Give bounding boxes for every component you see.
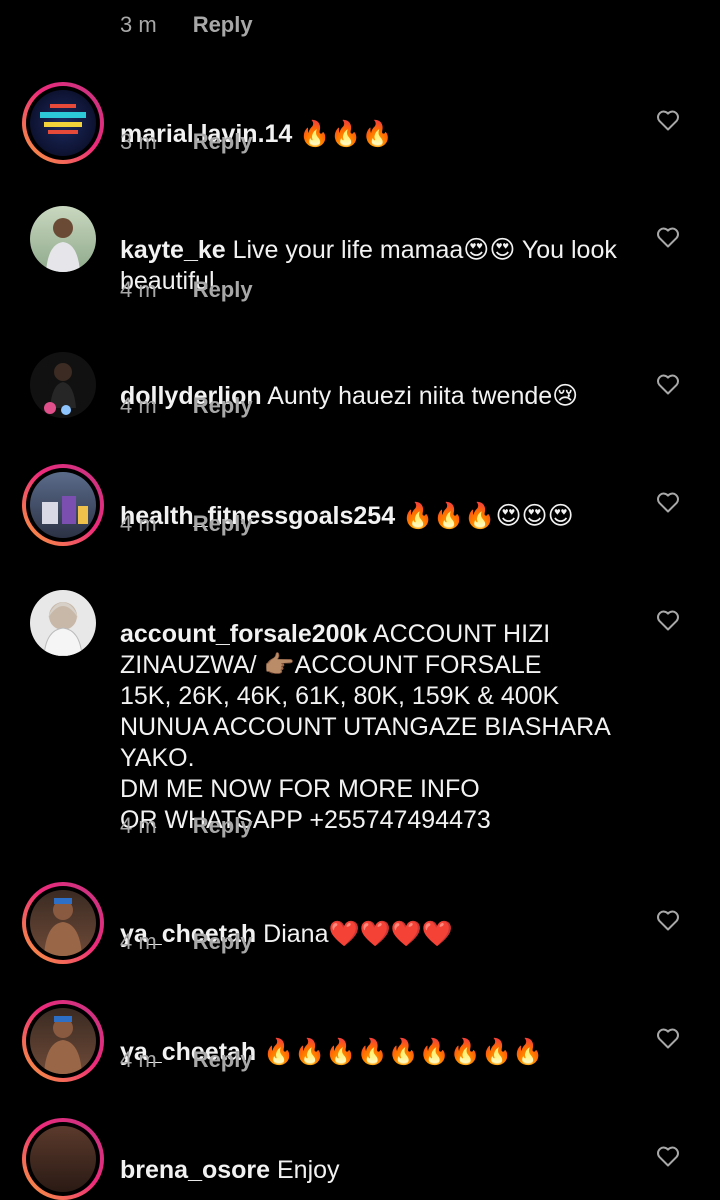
comment-meta: 3 m Reply (120, 128, 253, 156)
comment-text: account_forsale200k ACCOUNT HIZI ZINAUZW… (120, 588, 640, 836)
reply-button[interactable]: Reply (193, 812, 253, 840)
avatar (30, 1008, 96, 1074)
comment-body: 🔥🔥🔥😍😍😍 (395, 502, 574, 530)
heart-outline-icon[interactable] (656, 1027, 680, 1049)
comment-meta: 4 m Reply (120, 276, 253, 304)
comment-body: Diana❤️❤️❤️❤️ (256, 920, 453, 948)
comment-time: 3 m (120, 12, 157, 37)
comment-body: Enjoy (270, 1156, 340, 1184)
comment-time: 3 m (120, 129, 157, 154)
reply-button[interactable]: Reply (193, 128, 253, 156)
comment-username[interactable]: brena_osore (120, 1156, 270, 1184)
reply-button[interactable]: Reply (193, 928, 253, 956)
comment-time: 4 m (120, 813, 157, 838)
reply-button[interactable]: Reply (193, 11, 253, 39)
avatar-wrap[interactable] (30, 590, 96, 656)
comment-time: 4 m (120, 277, 157, 302)
heart-outline-icon[interactable] (656, 373, 680, 395)
avatar-wrap[interactable] (30, 206, 96, 272)
heart-outline-icon[interactable] (656, 609, 680, 631)
avatar (30, 352, 96, 418)
heart-outline-icon[interactable] (656, 909, 680, 931)
comment-username[interactable]: account_forsale200k (120, 620, 367, 648)
comment-text: brena_osore Enjoy (120, 1124, 640, 1186)
comment-body: Aunty hauezi niita twende😢 (261, 382, 579, 410)
avatar (30, 206, 96, 272)
avatar-story-ring[interactable] (22, 1000, 104, 1082)
reply-button[interactable]: Reply (193, 276, 253, 304)
avatar (30, 590, 96, 656)
reply-button[interactable]: Reply (193, 1046, 253, 1074)
heart-outline-icon[interactable] (656, 109, 680, 131)
avatar (30, 890, 96, 956)
heart-outline-icon[interactable] (656, 1145, 680, 1167)
avatar (30, 90, 96, 156)
comment-time: 4 m (120, 511, 157, 536)
comment-meta: 4 m Reply (120, 928, 253, 956)
reply-button[interactable]: Reply (193, 392, 253, 420)
avatar-wrap[interactable] (30, 352, 96, 418)
avatar-story-ring[interactable] (22, 1118, 104, 1200)
avatar-story-ring[interactable] (22, 82, 104, 164)
comment-time: 4 m (120, 929, 157, 954)
comment-meta: 4 m Reply (120, 392, 253, 420)
avatar-story-ring[interactable] (22, 882, 104, 964)
comment-body: 🔥🔥🔥🔥🔥🔥🔥🔥🔥 (256, 1038, 544, 1066)
comment-username[interactable]: kayte_ke (120, 236, 226, 264)
heart-outline-icon[interactable] (656, 226, 680, 248)
comment-time: 4 m (120, 393, 157, 418)
comment-body: 🔥🔥🔥 (292, 120, 393, 148)
reply-button[interactable]: Reply (193, 510, 253, 538)
avatar (30, 472, 96, 538)
avatar-story-ring[interactable] (22, 464, 104, 546)
comment-body: ACCOUNT HIZI ZINAUZWA/ 👉🏽ACCOUNT FORSALE… (120, 620, 610, 834)
avatar (30, 1126, 96, 1192)
comment-meta: 4 m Reply (120, 812, 253, 840)
comment-meta: 4 m Reply (120, 510, 253, 538)
heart-outline-icon[interactable] (656, 491, 680, 513)
comment-meta: 4 m Reply (120, 1046, 253, 1074)
comment-meta: 3 m Reply (120, 11, 253, 39)
comment-time: 4 m (120, 1047, 157, 1072)
